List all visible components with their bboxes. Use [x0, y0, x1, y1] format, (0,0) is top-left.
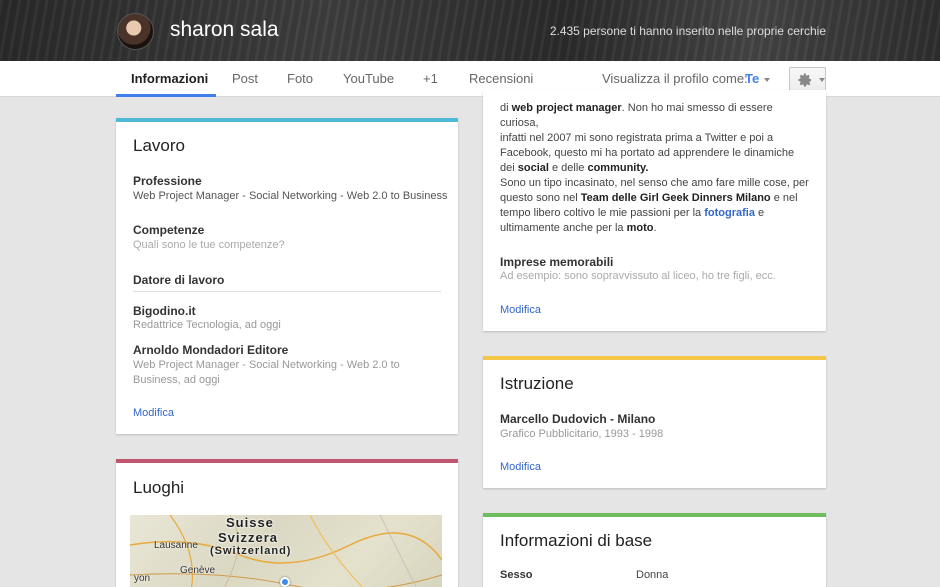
education-edit-link[interactable]: Modifica: [500, 461, 541, 473]
active-tab-indicator: [116, 94, 216, 97]
tab-recensioni[interactable]: Recensioni: [469, 71, 533, 86]
basic-card-title: Informazioni di base: [500, 531, 653, 550]
chevron-down-icon: [819, 78, 825, 82]
school-name: Marcello Dudovich - Milano: [500, 412, 656, 426]
avatar[interactable]: [117, 13, 154, 50]
education-card-accent-bar: [483, 356, 826, 360]
education-card: Istruzione Marcello Dudovich - Milano Gr…: [483, 356, 826, 488]
places-card-title: Luoghi: [133, 478, 185, 497]
employer-name: Arnoldo Mondadori Editore: [133, 343, 289, 357]
profile-name[interactable]: sharon sala: [170, 18, 279, 42]
map-label-country: (Switzerland): [210, 545, 292, 557]
about-card: di web project manager. Non ho mai smess…: [483, 90, 826, 331]
chevron-down-icon: [764, 77, 771, 82]
work-card: Lavoro Professione Web Project Manager -…: [116, 118, 458, 434]
gender-value: Donna: [636, 569, 669, 581]
view-as-dropdown[interactable]: Te: [745, 71, 771, 86]
skills-label: Competenze: [133, 223, 205, 237]
photography-link[interactable]: fotografia: [704, 207, 755, 219]
view-as-value: Te: [745, 71, 760, 86]
gender-label: Sesso: [500, 569, 533, 581]
places-card: Luoghi Suisse Svizzera (Switzerland) Lau…: [116, 459, 458, 587]
circles-count[interactable]: 2.435 persone ti hanno inserito nelle pr…: [550, 24, 826, 38]
settings-button[interactable]: [789, 67, 826, 92]
work-edit-link[interactable]: Modifica: [133, 407, 174, 419]
map-label-country: Svizzera: [218, 530, 279, 545]
gear-icon: [798, 73, 812, 87]
about-paragraph-2: Sono un tipo incasinato, nel senso che a…: [500, 177, 809, 234]
employer-divider: [133, 291, 441, 292]
skills-hint[interactable]: Quali sono le tue competenze?: [133, 239, 285, 251]
map-pin-icon[interactable]: [280, 577, 290, 587]
tab-informazioni[interactable]: Informazioni: [131, 71, 208, 86]
achievements-label: Imprese memorabili: [500, 255, 614, 269]
tab-plusone[interactable]: +1: [423, 71, 438, 86]
work-card-title: Lavoro: [133, 136, 185, 155]
employer-detail: Redattrice Tecnologia, ad oggi: [133, 319, 281, 331]
map-label-country: Suisse: [226, 515, 274, 530]
work-card-accent-bar: [116, 118, 458, 122]
basic-card-accent-bar: [483, 513, 826, 517]
tab-youtube[interactable]: YouTube: [343, 71, 394, 86]
map-label-city: Genève: [180, 565, 216, 576]
employer-name: Bigodino.it: [133, 304, 196, 318]
map-label-city: Lausanne: [154, 540, 198, 551]
tab-post[interactable]: Post: [232, 71, 258, 86]
places-card-accent-bar: [116, 459, 458, 463]
tab-foto[interactable]: Foto: [287, 71, 313, 86]
view-as-label: Visualizza il profilo come:: [602, 71, 748, 86]
basic-info-card: Informazioni di base Sesso Donna: [483, 513, 826, 587]
education-card-title: Istruzione: [500, 374, 574, 393]
about-paragraph-1: di web project manager. Non ho mai smess…: [500, 102, 795, 174]
employer-label: Datore di lavoro: [133, 273, 225, 287]
school-detail: Grafico Pubblicitario, 1993 - 1998: [500, 428, 664, 440]
cover-header: sharon sala 2.435 persone ti hanno inser…: [0, 0, 940, 61]
achievements-hint[interactable]: Ad esempio: sono sopravvissuto al liceo,…: [500, 270, 776, 282]
profession-label: Professione: [133, 174, 202, 188]
profession-value: Web Project Manager - Social Networking …: [133, 190, 448, 202]
about-edit-link[interactable]: Modifica: [500, 304, 541, 316]
map-label-city: yon: [134, 573, 151, 584]
places-map[interactable]: Suisse Svizzera (Switzerland) Lausanne G…: [130, 515, 442, 587]
employer-detail: Web Project Manager - Social Networking …: [133, 359, 400, 386]
